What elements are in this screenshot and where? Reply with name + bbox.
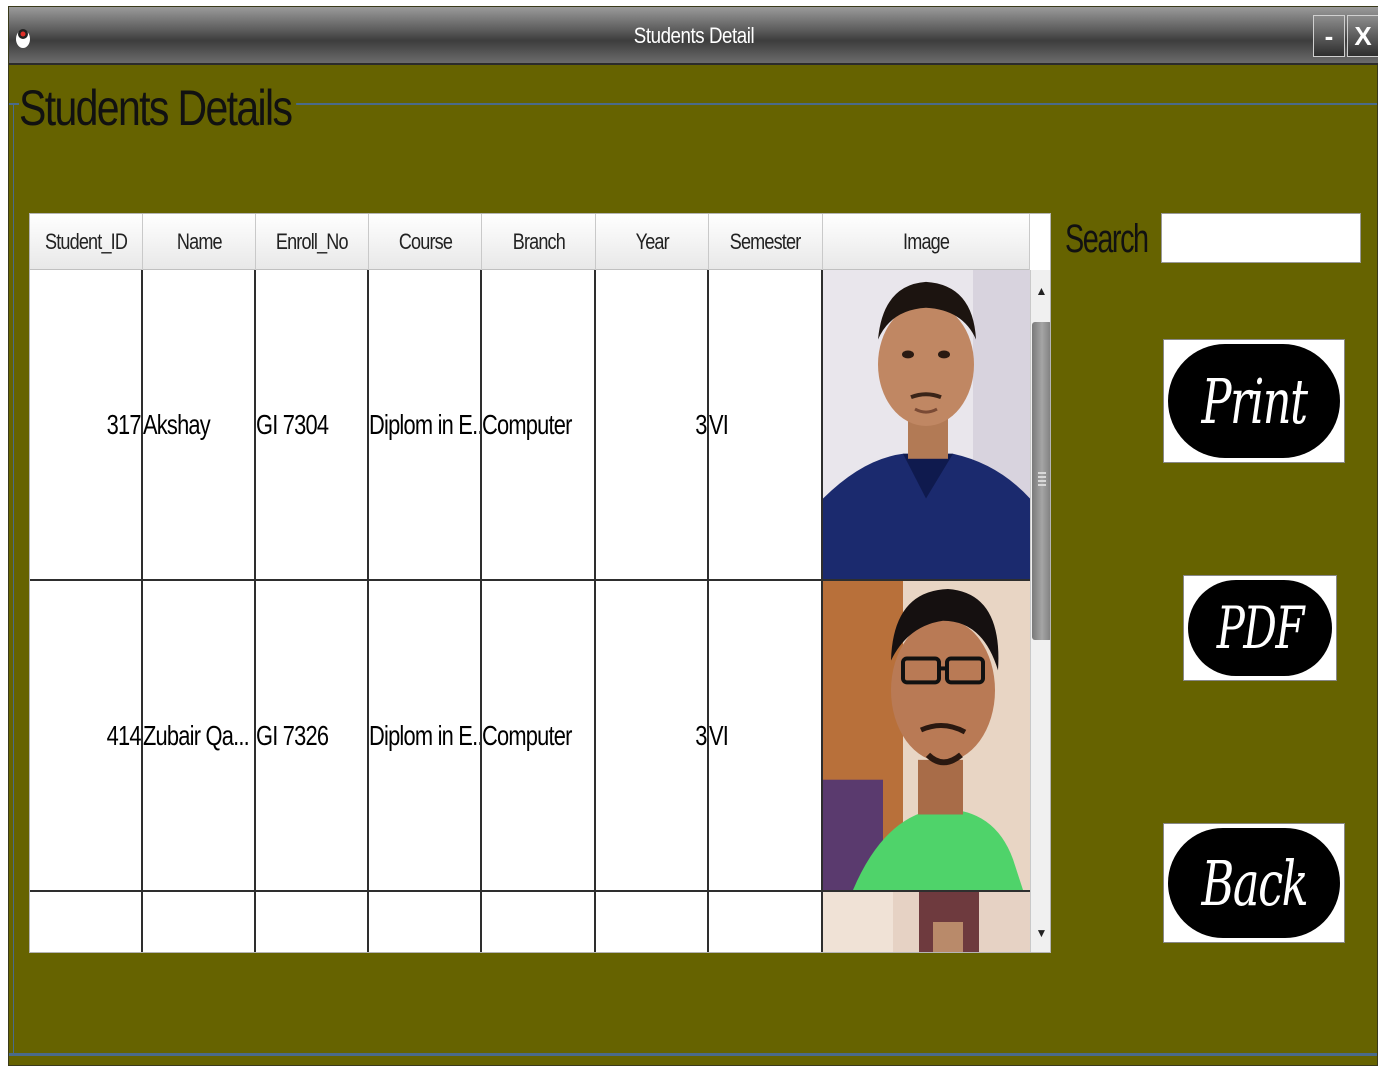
cell-semester: [709, 892, 823, 952]
students-table[interactable]: Student_ID Name Enroll_No Course Branch …: [29, 213, 1051, 953]
group-border-left: [13, 103, 14, 1053]
cell-branch: [482, 892, 596, 952]
cell-year: 3: [596, 581, 709, 890]
close-button[interactable]: X: [1347, 15, 1378, 57]
column-header-course[interactable]: Course: [369, 214, 482, 270]
print-button[interactable]: Print: [1163, 339, 1345, 463]
cell-student-id: 317: [30, 270, 143, 579]
scroll-down-arrow-icon[interactable]: ▼: [1031, 912, 1050, 952]
cell-year: [596, 892, 709, 952]
cell-image: [823, 892, 1030, 952]
column-header-name[interactable]: Name: [143, 214, 256, 270]
search-label: Search: [1065, 217, 1149, 261]
column-header-image[interactable]: Image: [823, 214, 1030, 270]
column-header-semester[interactable]: Semester: [709, 214, 823, 270]
scroll-up-arrow-icon[interactable]: ▲: [1031, 270, 1050, 312]
cell-name: Zubair Qa...: [143, 581, 256, 890]
student-photo-2: [823, 581, 1030, 890]
cell-name: Akshay: [143, 270, 256, 579]
column-header-year[interactable]: Year: [596, 214, 709, 270]
table-row[interactable]: 414 Zubair Qa... GI 7326 Diplom in E... …: [30, 581, 1030, 892]
print-button-label: Print: [1201, 364, 1308, 438]
print-button-pill: Print: [1168, 344, 1340, 458]
cell-course: [369, 892, 482, 952]
cell-enroll-no: [256, 892, 369, 952]
table-row[interactable]: 317 Akshay GI 7304 Diplom in E... Comput…: [30, 270, 1030, 581]
pdf-button-pill: PDF: [1188, 580, 1332, 676]
cell-branch: Computer: [482, 270, 596, 579]
table-row[interactable]: [30, 892, 1030, 952]
search-input[interactable]: [1161, 213, 1361, 263]
duke-icon: [16, 29, 30, 48]
cell-semester: VI: [709, 581, 823, 890]
pdf-button[interactable]: PDF: [1183, 575, 1337, 681]
scroll-thumb[interactable]: [1032, 322, 1050, 640]
cell-image: [823, 581, 1030, 890]
cell-semester: VI: [709, 270, 823, 579]
title-bar[interactable]: Students Detail - X: [9, 7, 1378, 65]
table-header: Student_ID Name Enroll_No Course Branch …: [30, 214, 1030, 270]
cell-course: Diplom in E...: [369, 581, 482, 890]
cell-student-id: 414: [30, 581, 143, 890]
group-title: Students Details: [19, 79, 297, 137]
cell-student-id: [30, 892, 143, 952]
column-header-enroll-no[interactable]: Enroll_No: [256, 214, 369, 270]
minimize-button[interactable]: -: [1313, 15, 1345, 57]
cell-name: [143, 892, 256, 952]
cell-year: 3: [596, 270, 709, 579]
cell-image: [823, 270, 1030, 579]
column-header-branch[interactable]: Branch: [482, 214, 596, 270]
cell-enroll-no: GI 7304: [256, 270, 369, 579]
table-body: 317 Akshay GI 7304 Diplom in E... Comput…: [30, 270, 1030, 952]
table-scrollbar[interactable]: ▲ ▼: [1030, 270, 1050, 952]
cell-branch: Computer: [482, 581, 596, 890]
back-button[interactable]: Back: [1163, 823, 1345, 943]
back-button-label: Back: [1201, 846, 1308, 920]
back-button-pill: Back: [1168, 828, 1340, 938]
thumb-grip: [1038, 472, 1046, 488]
students-detail-window: Students Detail - X Students Details Stu…: [8, 6, 1378, 1066]
pdf-button-label: PDF: [1216, 594, 1305, 662]
column-header-student-id[interactable]: Student_ID: [30, 214, 143, 270]
student-photo-3: [823, 892, 1030, 952]
cell-course: Diplom in E...: [369, 270, 482, 579]
cell-enroll-no: GI 7326: [256, 581, 369, 890]
group-border-bottom: [9, 1053, 1377, 1056]
student-photo-1: [823, 270, 1030, 579]
window-title: Students Detail: [633, 23, 755, 48]
